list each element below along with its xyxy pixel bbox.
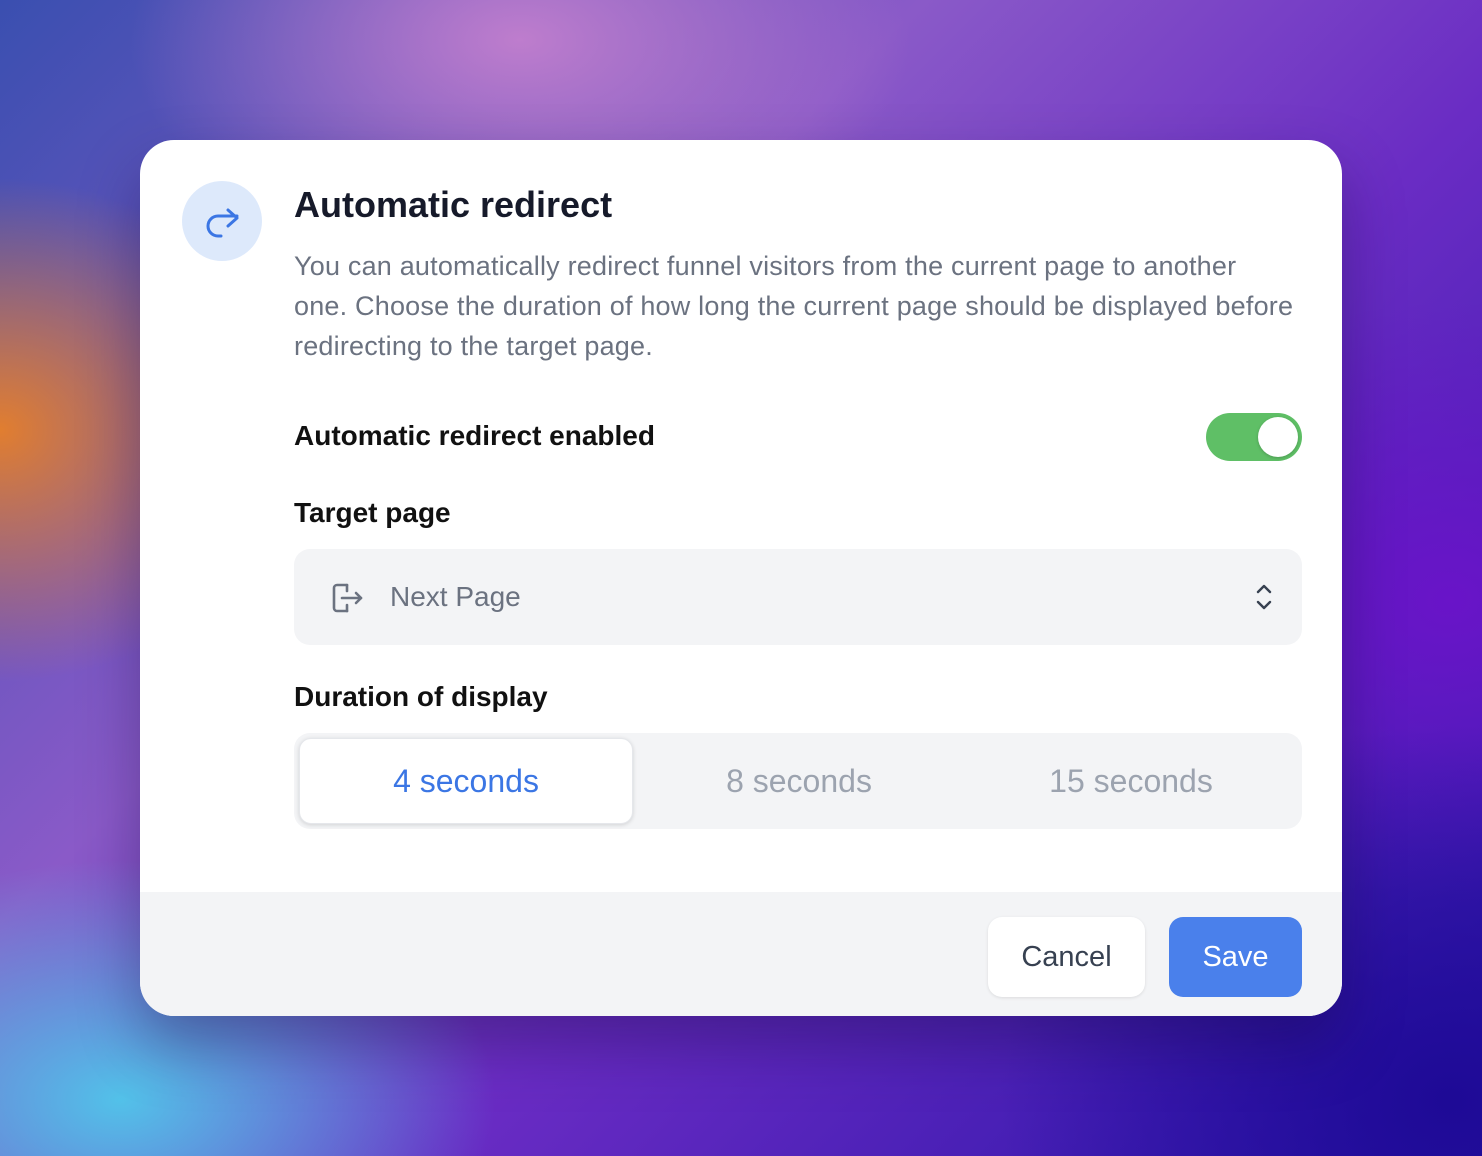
toggle-knob	[1258, 417, 1298, 457]
dialog-footer: Cancel Save	[140, 892, 1342, 1016]
save-button[interactable]: Save	[1169, 917, 1302, 997]
dialog-description: You can automatically redirect funnel vi…	[294, 251, 1294, 361]
redirect-dialog: Automatic redirect You can automatically…	[140, 140, 1342, 1016]
duration-option-4-seconds[interactable]: 4 seconds	[299, 738, 633, 824]
toggle-label: Automatic redirect enabled	[294, 420, 655, 451]
target-page-label: Target page	[294, 497, 451, 528]
dialog-title: Automatic redirect	[294, 184, 613, 225]
duration-option-8-seconds[interactable]: 8 seconds	[633, 738, 965, 824]
target-page-value: Next Page	[390, 581, 521, 612]
redirect-arrow-icon	[182, 181, 262, 261]
duration-segmented-control: 4 seconds 8 seconds 15 seconds	[294, 733, 1302, 829]
duration-label: Duration of display	[294, 681, 548, 712]
cancel-button[interactable]: Cancel	[988, 917, 1145, 997]
auto-redirect-toggle[interactable]	[1206, 413, 1302, 461]
chevron-up-down-icon	[1256, 584, 1272, 610]
target-page-select[interactable]: Next Page	[294, 549, 1302, 645]
duration-option-15-seconds[interactable]: 15 seconds	[965, 738, 1297, 824]
exit-page-icon	[332, 583, 363, 613]
